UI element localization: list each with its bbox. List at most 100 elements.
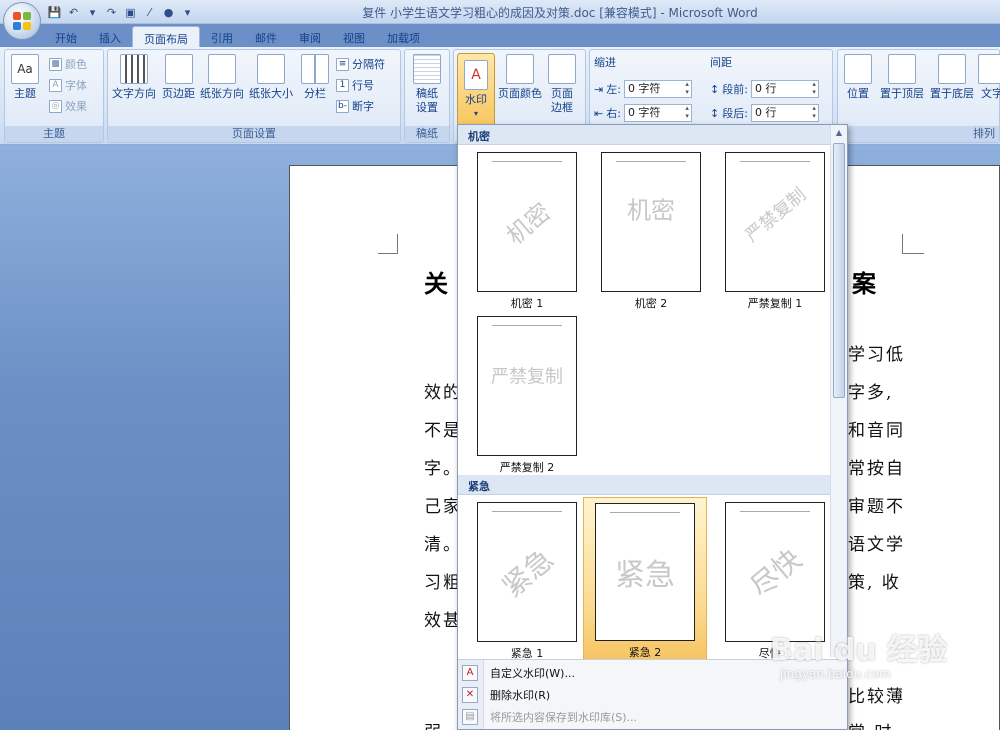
page-borders-icon <box>548 54 576 84</box>
line-numbers-button[interactable]: 1 行号 <box>336 77 374 93</box>
watermark-thumb-no-copy-2[interactable]: 严禁复制 严禁复制 2 <box>467 311 587 475</box>
bring-to-front-button[interactable]: 置于顶层 <box>880 54 924 101</box>
indent-left-icon: ⇥ <box>594 82 604 96</box>
custom-watermark-icon: A <box>462 665 478 681</box>
watermark-thumb-confidential-2[interactable]: 机密 机密 2 <box>591 147 711 311</box>
font-icon: A <box>49 78 62 92</box>
watermark-preview: 严禁复制 <box>477 316 577 456</box>
orientation-icon <box>208 54 236 84</box>
text-direction-button[interactable]: 文字方向 <box>112 54 156 101</box>
doc-text-right-4: 常按自 <box>848 459 905 479</box>
margins-icon <box>164 54 193 84</box>
scroll-thumb[interactable] <box>833 143 845 398</box>
theme-colors-button[interactable]: ■ 颜色 <box>49 56 87 72</box>
indent-right-icon: ⇤ <box>594 106 604 120</box>
scroll-up-icon[interactable]: ▲ <box>831 125 847 141</box>
baidu-jingyan-watermark: Bai du 经验 jingyan.baidu.com <box>770 625 947 681</box>
columns-icon <box>301 54 329 84</box>
doc-title-right: 案 <box>852 270 876 298</box>
page-borders-button[interactable]: 页面边框 <box>548 54 576 115</box>
section-urgent-header: 紧急 <box>458 475 830 495</box>
columns-button[interactable]: 分栏 <box>301 54 329 101</box>
breaks-icon: ≡ <box>336 57 349 71</box>
effects-icon: ◎ <box>49 99 62 113</box>
watermark-thumb-urgent-2[interactable]: 紧急 紧急 2 <box>583 497 707 661</box>
doc-text-right-2: 字多, <box>848 383 894 403</box>
draft-paper-icon <box>413 54 441 84</box>
watermark-button[interactable]: A 水印 ▾ <box>457 53 495 127</box>
text-wrap-button[interactable]: 文字 <box>978 54 1000 101</box>
save-to-gallery-menu-item: ▤ 将所选内容保存到水印库(S)... <box>458 706 847 728</box>
office-button[interactable] <box>3 2 41 40</box>
tab-review[interactable]: 审阅 <box>288 26 332 48</box>
watermark-preview: 机密 <box>601 152 701 292</box>
tab-insert[interactable]: 插入 <box>88 26 132 48</box>
watermark-thumb-urgent-1[interactable]: 紧急 紧急 1 <box>467 497 587 661</box>
section-confidential-header: 机密 <box>458 125 830 145</box>
chevron-down-icon: ▾ <box>473 109 478 118</box>
size-button[interactable]: 纸张大小 <box>249 54 293 101</box>
theme-icon: Aa <box>11 54 39 84</box>
save-to-gallery-icon: ▤ <box>462 709 478 725</box>
tab-page-layout[interactable]: 页面布局 <box>132 26 200 48</box>
window-title: 复件 小学生语文学习粗心的成因及对策.doc [兼容模式] - Microsof… <box>362 6 758 20</box>
orientation-button[interactable]: 纸张方向 <box>200 54 244 101</box>
send-to-back-icon <box>938 54 966 84</box>
gallery-scrollbar[interactable]: ▲ ▼ <box>830 125 847 657</box>
indent-left-input[interactable]: 0 字符 <box>623 80 692 98</box>
watermark-thumb-no-copy-1[interactable]: 严禁复制 严禁复制 1 <box>715 147 835 311</box>
page-setup-group-label: 页面设置 <box>108 126 400 142</box>
doc-text-right-1: 学习低 <box>848 345 905 365</box>
title-bar: 💾 ↶ ▾ ↷ ▣ ⁄ ● ▾ 复件 小学生语文学习粗心的成因及对策.doc [… <box>0 0 1000 24</box>
tab-references[interactable]: 引用 <box>200 26 244 48</box>
tab-addins[interactable]: 加载项 <box>376 26 431 48</box>
doc-text-right-3: 和音同 <box>848 421 905 441</box>
doc-text-right-5: 审题不 <box>848 497 905 517</box>
office-logo-icon <box>13 12 31 30</box>
doc-title-left: 关 <box>424 270 448 298</box>
spacing-after: ↕ 段后: 0 行 <box>710 104 819 122</box>
theme-group: Aa 主题 ■ 颜色 A 字体 ◎ 效果 主题 <box>4 49 104 143</box>
hyphenation-button[interactable]: b- 断字 <box>336 98 374 114</box>
remove-watermark-icon: ✕ <box>462 687 478 703</box>
tab-view[interactable]: 视图 <box>332 26 376 48</box>
baidu-url: jingyan.baidu.com <box>780 667 891 681</box>
breaks-button[interactable]: ≡ 分隔符 <box>336 56 385 72</box>
watermark-preview: 机密 <box>477 152 577 292</box>
crop-mark-top-right <box>902 234 924 254</box>
theme-button[interactable]: Aa 主题 <box>11 54 39 101</box>
page-color-icon <box>506 54 534 84</box>
text-wrap-icon <box>978 54 1000 84</box>
remove-watermark-menu-item[interactable]: ✕ 删除水印(R) <box>458 684 847 706</box>
position-button[interactable]: 位置 <box>844 54 872 101</box>
spacing-before: ↕ 段前: 0 行 <box>710 80 819 98</box>
tab-home[interactable]: 开始 <box>44 26 88 48</box>
theme-fonts-button[interactable]: A 字体 <box>49 77 87 93</box>
send-to-back-button[interactable]: 置于底层 <box>930 54 974 101</box>
baidu-logo-text: Bai du 经验 <box>770 633 948 668</box>
indent-label: 缩进 <box>594 56 616 69</box>
margins-button[interactable]: 页边距 <box>162 54 195 101</box>
spacing-after-input[interactable]: 0 行 <box>750 104 819 122</box>
spacing-label: 间距 <box>710 56 732 69</box>
spacing-before-input[interactable]: 0 行 <box>750 80 819 98</box>
theme-effects-button[interactable]: ◎ 效果 <box>49 98 87 114</box>
watermark-preview: 紧急 <box>477 502 577 642</box>
watermark-thumb-confidential-1[interactable]: 机密 机密 1 <box>467 147 587 311</box>
arrange-group: 位置 置于顶层 置于底层 文字 排列 <box>837 49 1000 143</box>
text-direction-icon <box>120 54 148 84</box>
ribbon-tabs: 开始 插入 页面布局 引用 邮件 审阅 视图 加载项 <box>44 26 431 48</box>
watermark-preview: 紧急 <box>595 503 695 641</box>
doc-text-left-8: 弱 <box>424 718 443 730</box>
page-size-icon <box>257 54 285 84</box>
indent-right-input[interactable]: 0 字符 <box>623 104 692 122</box>
doc-text-right-6: 语文学 <box>848 535 905 555</box>
page-setup-group: 文字方向 页边距 纸张方向 纸张大小 分栏 ≡ 分隔符 1 行号 b- 断字 页… <box>107 49 401 143</box>
palette-icon: ■ <box>49 57 62 71</box>
page-color-button[interactable]: 页面颜色 <box>498 54 542 101</box>
doc-text-right-9: 常 时 <box>848 718 893 730</box>
tab-mailings[interactable]: 邮件 <box>244 26 288 48</box>
spacing-before-icon: ↕ <box>710 82 720 96</box>
arrange-group-label: 排列 <box>838 126 999 142</box>
draft-settings-button[interactable]: 稿纸设置 <box>413 54 441 115</box>
